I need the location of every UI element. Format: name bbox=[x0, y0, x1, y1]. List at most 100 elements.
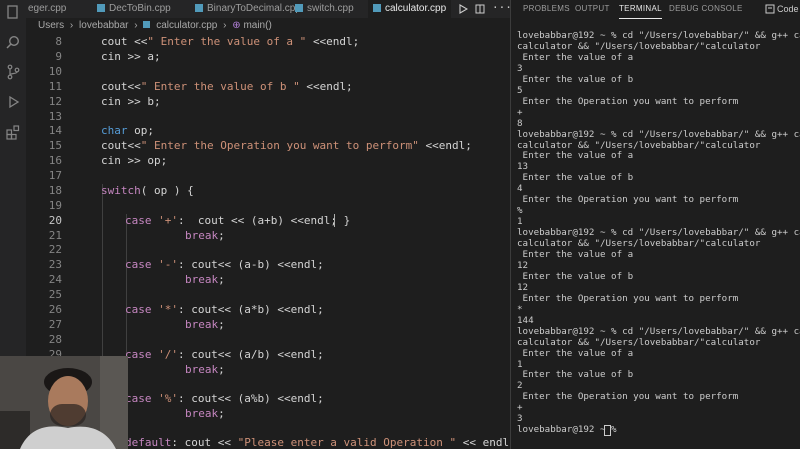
terminal-line: 144 bbox=[517, 314, 534, 326]
code-line: case '*': cout<< (a*b) <<endl; bbox=[125, 303, 324, 316]
tab-switch[interactable]: switch.cpp bbox=[290, 0, 373, 18]
terminal-line: Enter the Operation you want to perform bbox=[517, 194, 739, 206]
terminal-line: + bbox=[517, 106, 523, 118]
terminal-line: 2 bbox=[517, 380, 523, 392]
terminal-line: Enter the value of a bbox=[517, 51, 634, 63]
source-control-icon[interactable] bbox=[5, 64, 21, 80]
code-line: cout<<" Enter the Operation you want to … bbox=[101, 139, 472, 152]
explorer-icon[interactable] bbox=[5, 4, 21, 20]
terminal-line: 8 bbox=[517, 117, 523, 129]
search-icon[interactable] bbox=[5, 34, 21, 50]
text-cursor bbox=[334, 214, 335, 227]
tab-eger[interactable]: eger.cpp bbox=[26, 0, 92, 18]
terminal-line: lovebabbar@192 ~ % cd "/Users/lovebabbar… bbox=[517, 325, 800, 337]
webcam-overlay bbox=[0, 356, 128, 449]
tab-problems[interactable]: PROBLEMS bbox=[523, 0, 570, 18]
terminal-line: Enter the value of a bbox=[517, 347, 634, 359]
terminal-line: 12 bbox=[517, 259, 529, 271]
terminal-line: lovebabbar@192 ~ % cd "/Users/lovebabbar… bbox=[517, 30, 800, 41]
code-line: break; bbox=[185, 318, 225, 331]
line-number: 10 bbox=[48, 65, 62, 78]
code-line: cout<<" Enter the value of b " <<endl; bbox=[101, 80, 353, 93]
terminal-line: calculator && "/Users/lovebabbar/"calcul… bbox=[517, 238, 761, 250]
run-code-icon[interactable] bbox=[458, 4, 468, 14]
code-line: char op; bbox=[101, 124, 154, 137]
terminal-line: 3 bbox=[517, 62, 523, 74]
tab-debug-console[interactable]: DEBUG CONSOLE bbox=[669, 0, 743, 18]
terminal-line: lovebabbar@192 ~ % cd "/Users/lovebabbar… bbox=[517, 227, 800, 239]
extensions-icon[interactable] bbox=[5, 124, 21, 140]
terminal-menu-icon[interactable] bbox=[765, 4, 775, 14]
code-line: cin >> a; bbox=[101, 50, 161, 63]
run-debug-icon[interactable] bbox=[5, 94, 21, 110]
terminal-line: 1 bbox=[517, 358, 523, 370]
line-number: 19 bbox=[48, 199, 62, 212]
breadcrumb: Users › lovebabbar › calculator.cpp › ⊕ … bbox=[26, 18, 510, 34]
cpp-file-icon bbox=[373, 4, 381, 12]
more-actions-icon[interactable]: ··· bbox=[492, 0, 512, 16]
code-line: break; bbox=[185, 229, 225, 242]
terminal-line: 4 bbox=[517, 183, 523, 195]
code-line: default: cout << "Please enter a valid O… bbox=[125, 436, 516, 449]
cpp-file-icon bbox=[143, 21, 151, 28]
line-number: 12 bbox=[48, 95, 62, 108]
line-number: 17 bbox=[48, 169, 62, 182]
cpp-file-icon bbox=[97, 4, 105, 12]
code-line: cin >> op; bbox=[101, 154, 168, 167]
line-number: 14 bbox=[48, 124, 62, 137]
terminal-line: lovebabbar@192 ~ % cd "/Users/lovebabbar… bbox=[517, 128, 800, 140]
tab-terminal[interactable]: TERMINAL bbox=[619, 0, 662, 19]
code-line: break; bbox=[185, 273, 225, 286]
code-line: case '%': cout<< (a%b) <<endl; bbox=[125, 392, 324, 405]
terminal-line: Enter the Operation you want to perform bbox=[517, 95, 739, 107]
line-number: 21 bbox=[48, 229, 62, 242]
split-editor-icon[interactable] bbox=[475, 4, 485, 14]
presenter-image bbox=[0, 356, 128, 449]
terminal-cursor bbox=[604, 425, 611, 437]
terminal-line: 5 bbox=[517, 84, 523, 96]
terminal-name-label[interactable]: Code bbox=[777, 0, 799, 18]
terminal-line: Enter the Operation you want to perform bbox=[517, 292, 739, 304]
line-number: 26 bbox=[48, 303, 62, 316]
terminal-line: Enter the value of b bbox=[517, 270, 634, 282]
terminal-line: Enter the value of a bbox=[517, 249, 634, 260]
line-number: 13 bbox=[48, 110, 62, 123]
line-number: 27 bbox=[48, 318, 62, 331]
terminal-line: Enter the value of b bbox=[517, 73, 634, 85]
terminal-line: 12 bbox=[517, 281, 529, 293]
line-number: 22 bbox=[48, 243, 62, 256]
terminal-line: Enter the value of b bbox=[517, 369, 634, 381]
terminal-line: calculator && "/Users/lovebabbar/"calcul… bbox=[517, 40, 761, 52]
code-line: case '/': cout<< (a/b) <<endl; bbox=[125, 348, 324, 361]
tab-dectobin[interactable]: DecToBin.cpp bbox=[92, 0, 193, 18]
line-number: 28 bbox=[48, 333, 62, 346]
line-number: 15 bbox=[48, 139, 62, 152]
code-line: break; bbox=[185, 363, 225, 376]
terminal-line: Enter the value of b bbox=[517, 172, 634, 184]
code-line: cin >> b; bbox=[101, 95, 161, 108]
terminal-line: Enter the Operation you want to perform bbox=[517, 391, 739, 403]
terminal-line: % bbox=[517, 205, 523, 217]
line-number: 25 bbox=[48, 288, 62, 301]
line-number: 18 bbox=[48, 184, 62, 197]
function-icon: ⊕ bbox=[232, 20, 241, 31]
code-line: switch( op ) { bbox=[101, 184, 194, 197]
code-line: break; bbox=[185, 407, 225, 420]
terminal-panel: PROBLEMS OUTPUT TERMINAL DEBUG CONSOLE C… bbox=[511, 0, 800, 449]
terminal-line: calculator && "/Users/lovebabbar/"calcul… bbox=[517, 139, 761, 151]
tab-calculator[interactable]: calculator.cpp bbox=[368, 0, 451, 18]
tab-output[interactable]: OUTPUT bbox=[575, 0, 610, 18]
line-number: 16 bbox=[48, 154, 62, 167]
terminal-line: * bbox=[517, 303, 523, 315]
editor-tab-bar: eger.cpp DecToBin.cpp BinaryToDecimal.cp… bbox=[26, 0, 512, 18]
line-number: 24 bbox=[48, 273, 62, 286]
code-line: cout <<" Enter the value of a " <<endl; bbox=[101, 35, 360, 48]
panel-tab-bar: PROBLEMS OUTPUT TERMINAL DEBUG CONSOLE C… bbox=[511, 0, 800, 19]
code-line: case '-': cout<< (a-b) <<endl; bbox=[125, 258, 324, 271]
line-number: 9 bbox=[55, 50, 62, 63]
terminal-line: calculator && "/Users/lovebabbar/"calcul… bbox=[517, 336, 761, 348]
code-line: case '+': cout << (a+b) <<endl; } bbox=[125, 214, 351, 227]
line-number: 23 bbox=[48, 258, 62, 271]
line-number: 8 bbox=[55, 35, 62, 48]
terminal-line: + bbox=[517, 402, 523, 414]
